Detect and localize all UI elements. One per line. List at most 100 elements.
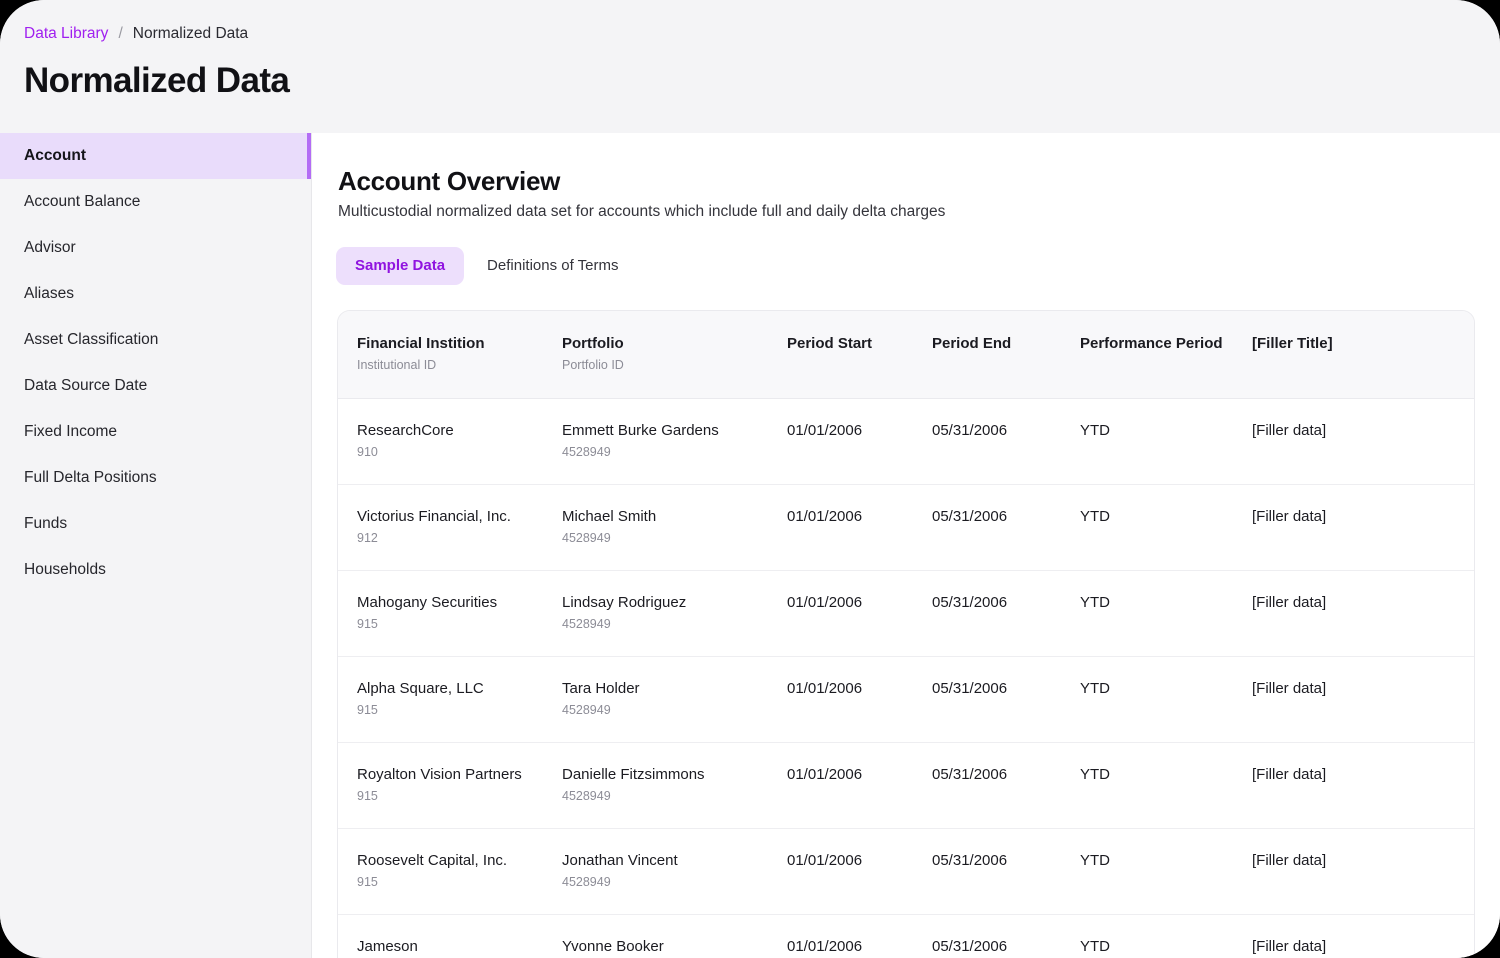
sidebar-item-asset-classification[interactable]: Asset Classification (0, 317, 311, 363)
table-row[interactable]: ResearchCore 910 Emmett Burke Gardens 45289… (338, 398, 1474, 485)
cell-primary-text: Royalton Vision Partners (357, 766, 522, 783)
sidebar-item-data-source-date[interactable]: Data Source Date (0, 363, 311, 409)
cell-primary-text: YTD (1080, 422, 1110, 439)
cell-filler: [Filler data] (1252, 656, 1474, 743)
cell-portfolio: Yvonne Booker4528949 (562, 914, 787, 958)
table-row[interactable]: Alpha Square, LLC 915 Tara Holder 4528949 01… (338, 656, 1474, 743)
cell-primary-text: Emmett Burke Gardens (562, 422, 719, 439)
cell-period-start: 01/01/2006 (787, 828, 932, 915)
cell-primary-text: [Filler data] (1252, 594, 1327, 611)
cell-primary-text: [Filler data] (1252, 422, 1327, 439)
cell-primary-text: 01/01/2006 (787, 594, 863, 611)
cell-financial-instition: Mahogany Securities 915 (338, 570, 562, 657)
cell-secondary-text: 4528949 (562, 445, 611, 459)
table-row[interactable]: Jameson915Yvonne Booker452894901/01/2006… (338, 914, 1474, 958)
table-header: Financial Instition Institutional ID Portf… (338, 311, 1474, 399)
cell-primary-text: 01/01/2006 (787, 680, 863, 697)
column-header-filler-title[interactable]: [Filler Title] (1252, 311, 1474, 399)
breadcrumb-separator: / (118, 25, 123, 42)
column-header-title: Performance Period (1080, 335, 1223, 352)
cell-performance-period: YTD (1080, 742, 1252, 829)
cell-period-start: 01/01/2006 (787, 398, 932, 485)
cell-secondary-text: 915 (357, 703, 378, 717)
table-row[interactable]: Mahogany Securities 915 Lindsay Rodriguez 4… (338, 570, 1474, 657)
column-header-subtitle (1252, 357, 1474, 373)
sidebar-item-households[interactable]: Households (0, 547, 311, 593)
cell-filler: [Filler data] (1252, 828, 1474, 915)
table-row[interactable]: Victorius Financial, Inc. 912 Michael Smit… (338, 484, 1474, 571)
cell-filler: [Filler data] (1252, 570, 1474, 657)
column-header-performance-period[interactable]: Performance Period (1080, 311, 1252, 399)
cell-primary-text: Victorius Financial, Inc. (357, 508, 511, 525)
cell-performance-period: YTD (1080, 570, 1252, 657)
sidebar-item-label: Funds (24, 515, 68, 532)
sidebar-item-aliases[interactable]: Aliases (0, 271, 311, 317)
table-header-row: Financial Instition Institutional ID Portf… (338, 311, 1474, 399)
cell-filler: [Filler data] (1252, 398, 1474, 485)
sidebar: Account Account Balance Advisor Aliases Asse… (0, 133, 312, 958)
sample-data-table: Financial Instition Institutional ID Portf… (338, 311, 1474, 958)
tab-sample-data[interactable]: Sample Data (336, 247, 465, 285)
cell-primary-text: 01/01/2006 (787, 852, 863, 869)
column-header-title: [Filler Title] (1252, 335, 1333, 352)
cell-primary-text: 05/31/2006 (932, 508, 1008, 525)
cell-period-start: 01/01/2006 (787, 742, 932, 829)
column-header-financial-instition[interactable]: Financial Instition Institutional ID (338, 311, 562, 399)
sidebar-item-full-delta-positions[interactable]: Full Delta Positions (0, 455, 311, 501)
cell-primary-text: 05/31/2006 (932, 938, 1008, 955)
cell-primary-text: [Filler data] (1252, 766, 1327, 783)
column-header-title: Period End (932, 335, 1012, 352)
cell-financial-instition: Alpha Square, LLC 915 (338, 656, 562, 743)
cell-portfolio: Emmett Burke Gardens 4528949 (562, 398, 787, 485)
cell-primary-text: Jonathan Vincent (562, 852, 678, 869)
section-subtitle: Multicustodial normalized data set for a… (338, 203, 946, 220)
cell-period-end: 05/31/2006 (932, 656, 1080, 743)
cell-financial-instition: Victorius Financial, Inc. 912 (338, 484, 562, 571)
sidebar-item-fixed-income[interactable]: Fixed Income (0, 409, 311, 455)
column-header-subtitle (1080, 357, 1252, 373)
column-header-period-start[interactable]: Period Start (787, 311, 932, 399)
cell-secondary-text: 4528949 (562, 703, 611, 717)
sidebar-item-label: Account (24, 147, 86, 164)
tab-definitions-of-terms[interactable]: Definitions of Terms (468, 247, 637, 285)
cell-period-start: 01/01/2006 (787, 570, 932, 657)
sidebar-item-label: Data Source Date (24, 377, 148, 394)
cell-primary-text: YTD (1080, 938, 1110, 955)
column-header-portfolio[interactable]: Portfolio Portfolio ID (562, 311, 787, 399)
table-row[interactable]: Royalton Vision Partners 915 Danielle Fitz… (338, 742, 1474, 829)
cell-primary-text: YTD (1080, 508, 1110, 525)
sidebar-item-label: Full Delta Positions (24, 469, 157, 486)
table-body: ResearchCore 910 Emmett Burke Gardens 45289… (338, 398, 1474, 958)
table-row[interactable]: Roosevelt Capital, Inc. 915 Jonathan Vince… (338, 828, 1474, 915)
cell-secondary-text: 915 (357, 789, 378, 803)
cell-period-start: 01/01/2006 (787, 656, 932, 743)
breadcrumb-current-normalized-data: Normalized Data (132, 25, 249, 42)
cell-portfolio: Tara Holder 4528949 (562, 656, 787, 743)
cell-financial-instition: Royalton Vision Partners 915 (338, 742, 562, 829)
cell-primary-text: YTD (1080, 852, 1110, 869)
cell-secondary-text: 915 (357, 617, 378, 631)
cell-secondary-text: 915 (357, 875, 378, 889)
cell-primary-text: Yvonne Booker (562, 938, 664, 955)
sidebar-item-funds[interactable]: Funds (0, 501, 311, 547)
sidebar-item-advisor[interactable]: Advisor (0, 225, 311, 271)
cell-primary-text: Tara Holder (562, 680, 640, 697)
sidebar-item-account-balance[interactable]: Account Balance (0, 179, 311, 225)
column-header-subtitle: Portfolio ID (562, 358, 624, 372)
cell-secondary-text: 4528949 (562, 875, 611, 889)
cell-primary-text: Jameson (357, 938, 418, 955)
column-header-subtitle (787, 357, 932, 373)
cell-period-end: 05/31/2006 (932, 570, 1080, 657)
breadcrumb-link-data-library[interactable]: Data Library (24, 24, 108, 44)
sidebar-item-account[interactable]: Account (0, 133, 311, 179)
body-area: Account Account Balance Advisor Aliases Asse… (0, 133, 1500, 958)
cell-primary-text: 01/01/2006 (787, 508, 863, 525)
column-header-period-end[interactable]: Period End (932, 311, 1080, 399)
cell-filler: [Filler data] (1252, 914, 1474, 958)
cell-period-end: 05/31/2006 (932, 484, 1080, 571)
cell-primary-text: [Filler data] (1252, 508, 1327, 525)
column-header-subtitle: Institutional ID (357, 358, 437, 372)
cell-period-end: 05/31/2006 (932, 828, 1080, 915)
sidebar-item-label: Aliases (24, 285, 74, 302)
cell-primary-text: Michael Smith (562, 508, 657, 525)
